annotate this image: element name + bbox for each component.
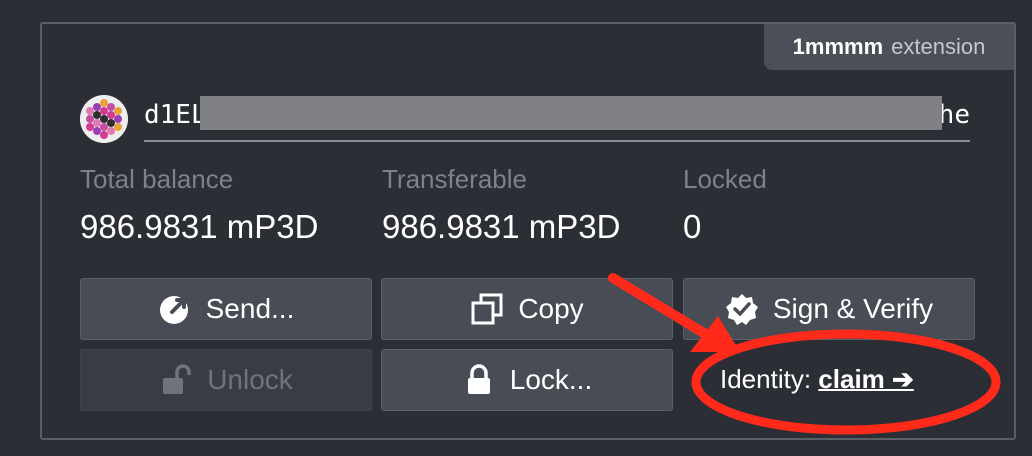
unlock-icon	[159, 363, 193, 397]
copy-label: Copy	[518, 293, 584, 324]
locked-label: Locked	[683, 164, 767, 194]
total-balance-value: 986.9831 mP3D	[80, 208, 319, 245]
total-balance-label: Total balance	[80, 164, 234, 194]
lock-button[interactable]: Lock...	[381, 349, 673, 411]
unlock-label: Unlock	[207, 364, 293, 395]
copy-icon	[470, 292, 504, 326]
account-identicon-icon	[80, 95, 128, 143]
send-icon	[158, 292, 192, 326]
send-button[interactable]: Send...	[80, 278, 372, 340]
verified-badge-icon	[725, 292, 759, 326]
copy-button[interactable]: Copy	[381, 278, 673, 340]
sign-verify-label: Sign & Verify	[772, 293, 934, 324]
identity-label: Identity:	[720, 364, 812, 394]
transferable-value: 986.9831 mP3D	[382, 208, 621, 245]
identity-claim-link[interactable]: claim ➔	[818, 364, 914, 394]
send-label: Send...	[205, 293, 295, 324]
address-start: d1EL	[144, 100, 207, 130]
lock-label: Lock...	[509, 364, 593, 395]
account-address[interactable]: d1EL Zwhe	[144, 90, 970, 142]
extension-name: 1mmmm	[792, 34, 884, 59]
unlock-button[interactable]: Unlock	[80, 349, 372, 411]
extension-kind: extension	[891, 34, 986, 59]
locked-value: 0	[683, 208, 702, 245]
lock-icon	[462, 363, 496, 397]
extension-badge: 1mmmm extension	[764, 24, 1014, 70]
identity-row: Identity: claim ➔	[720, 364, 914, 395]
sign-verify-button[interactable]: Sign & Verify	[683, 278, 975, 340]
address-redaction	[200, 96, 942, 130]
transferable-label: Transferable	[382, 164, 527, 194]
